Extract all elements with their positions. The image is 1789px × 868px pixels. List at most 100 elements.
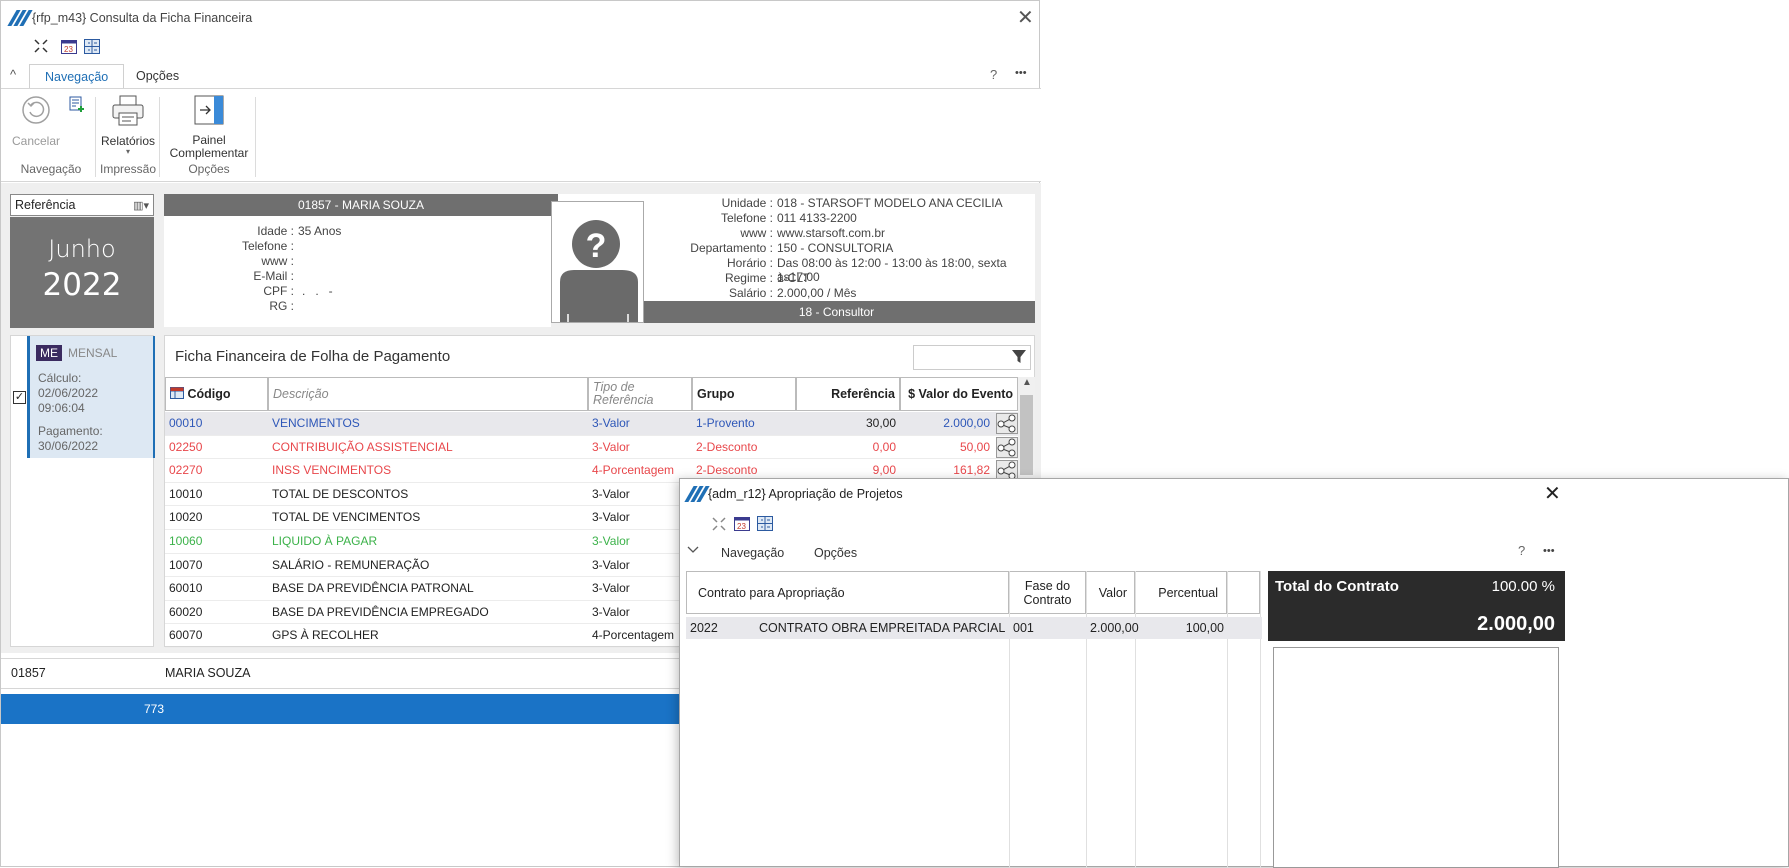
scroll-up-icon[interactable]: ▲ bbox=[1022, 377, 1032, 388]
contract-value: 2.000,00 bbox=[1090, 621, 1139, 635]
grid-filter-input[interactable] bbox=[913, 345, 1031, 370]
company-phone-value: 011 4133-2200 bbox=[777, 211, 857, 225]
column-fase-contrato[interactable]: Fase do Contrato bbox=[1009, 571, 1086, 614]
reports-label: Relatórios bbox=[100, 134, 156, 148]
reports-button[interactable]: Relatórios ▾ bbox=[98, 95, 158, 156]
grid-header: Código Descrição Tipo de Referência Grup… bbox=[165, 377, 1018, 411]
phone-label: Telefone : bbox=[241, 239, 294, 253]
calculation-card[interactable]: ME MENSAL Cálculo: 02/06/2022 09:06:04 P… bbox=[27, 336, 155, 458]
column-valor-evento[interactable]: $ Valor do Evento bbox=[900, 377, 1018, 411]
cell-referencia: 0,00 bbox=[872, 439, 896, 454]
dialog-tab-opcoes[interactable]: Opções bbox=[814, 546, 857, 560]
cell-descricao: VENCIMENTOS bbox=[272, 416, 360, 430]
regime-value: 1-CLT bbox=[777, 271, 810, 285]
printer-icon bbox=[111, 95, 145, 127]
calculation-type-badge: ME bbox=[36, 345, 62, 361]
collapse-icon[interactable] bbox=[712, 517, 726, 534]
scrollbar-thumb[interactable] bbox=[1020, 395, 1033, 475]
title-bar: {rfp_m43} Consulta da Ficha Financeira ✕ bbox=[1, 1, 1039, 35]
footer-employee-code: 01857 bbox=[11, 666, 46, 680]
dialog-close-icon[interactable]: ✕ bbox=[1544, 484, 1561, 504]
cell-valor: 50,00 bbox=[959, 439, 990, 454]
cancel-button[interactable]: Cancelar bbox=[9, 95, 63, 148]
ribbon-separator bbox=[159, 97, 160, 177]
table-row[interactable]: 02250 CONTRIBUIÇÃO ASSISTENCIAL 3-Valor 2-D… bbox=[165, 436, 1018, 460]
dialog-help-icon[interactable]: ? bbox=[1518, 543, 1525, 558]
new-document-icon[interactable] bbox=[69, 96, 85, 115]
total-percent: 100.00 % bbox=[1491, 578, 1555, 595]
employee-info: Idade : 35 Anos Telefone : www : E-Mail … bbox=[164, 216, 551, 327]
total-value: 2.000,00 bbox=[1477, 613, 1555, 635]
column-descricao[interactable]: Descrição bbox=[268, 377, 588, 411]
grid-layout-icon[interactable] bbox=[84, 39, 100, 57]
ribbon-collapse-icon[interactable]: ^ bbox=[10, 67, 16, 82]
calculation-time: 09:06:04 bbox=[38, 401, 85, 415]
column-tipo-label-2: Referência bbox=[593, 393, 654, 407]
contract-code: 2022 bbox=[690, 621, 718, 635]
reference-month: Junho bbox=[48, 235, 116, 263]
cell-codigo: 60070 bbox=[169, 628, 203, 643]
cell-grupo: 1-Provento bbox=[696, 416, 755, 430]
dialog-title: {adm_r12} Apropriação de Projetos bbox=[708, 487, 903, 501]
undo-icon bbox=[21, 95, 51, 125]
cell-codigo: 10070 bbox=[169, 557, 203, 572]
collapse-icon[interactable] bbox=[34, 39, 48, 56]
column-tipo-referencia[interactable]: Tipo de Referência bbox=[588, 377, 692, 411]
tab-navegacao[interactable]: Navegação bbox=[29, 64, 125, 88]
ribbon-separator bbox=[95, 97, 96, 177]
cell-tipo: 3-Valor bbox=[592, 604, 630, 619]
column-referencia[interactable]: Referência bbox=[796, 377, 900, 411]
salary-value: 2.000,00 / Mês bbox=[777, 286, 857, 300]
column-contrato-apropriacao[interactable]: Contrato para Apropriação bbox=[686, 571, 1009, 614]
cell-descricao: TOTAL DE DESCONTOS bbox=[272, 486, 409, 501]
calculation-checkbox[interactable]: ✓ bbox=[13, 391, 26, 404]
cell-codigo: 60020 bbox=[169, 604, 203, 619]
cell-valor: 2.000,00 bbox=[943, 416, 990, 430]
cell-tipo: 3-Valor bbox=[592, 416, 630, 430]
contract-phase: 001 bbox=[1013, 621, 1034, 635]
more-options-icon[interactable]: ••• bbox=[1015, 67, 1027, 79]
share-icon[interactable] bbox=[996, 413, 1018, 434]
close-icon[interactable]: ✕ bbox=[1017, 8, 1034, 28]
schedule-value: Das 08:00 às 12:00 - 13:00 às 18:00, sex… bbox=[777, 256, 1007, 284]
column-percentual[interactable]: Percentual bbox=[1135, 571, 1227, 614]
column-grupo[interactable]: Grupo bbox=[692, 377, 796, 411]
cell-descricao: BASE DA PREVIDÊNCIA PATRONAL bbox=[272, 581, 474, 596]
cell-descricao: CONTRIBUIÇÃO ASSISTENCIAL bbox=[272, 439, 453, 454]
grid-layout-icon[interactable] bbox=[757, 516, 773, 534]
dialog-more-options-icon[interactable]: ••• bbox=[1543, 545, 1555, 557]
column-divider bbox=[1009, 571, 1010, 868]
ribbon: Cancelar Relatórios ▾ Painel Complementa… bbox=[1, 88, 1041, 182]
filter-icon[interactable] bbox=[1012, 350, 1026, 367]
help-icon[interactable]: ? bbox=[990, 67, 997, 82]
painel-complementar-button[interactable]: Painel Complementar bbox=[165, 95, 253, 160]
unit-value: 018 - STARSOFT MODELO ANA CECILIA bbox=[777, 196, 1003, 210]
cell-tipo: 3-Valor bbox=[592, 534, 630, 548]
column-valor-label: Valor bbox=[1098, 586, 1127, 600]
cell-codigo: 10020 bbox=[169, 510, 203, 525]
footer-employee-name: MARIA SOUZA bbox=[165, 666, 251, 680]
column-codigo[interactable]: Código bbox=[165, 377, 268, 411]
reference-period: Junho 2022 bbox=[10, 217, 154, 328]
ribbon-expand-icon[interactable] bbox=[687, 543, 699, 557]
cell-tipo: 3-Valor bbox=[592, 557, 630, 572]
calendar-icon[interactable]: 23 bbox=[734, 516, 750, 534]
age-label: Idade : bbox=[257, 224, 294, 238]
employee-role: 18 - Consultor bbox=[638, 301, 1035, 323]
apropriacao-dialog: {adm_r12} Apropriação de Projetos ✕ 23 N… bbox=[679, 478, 1789, 868]
cpf-label: CPF : bbox=[263, 284, 294, 298]
column-fase-label-1: Fase do bbox=[1024, 579, 1071, 593]
tab-opcoes[interactable]: Opções bbox=[121, 64, 194, 88]
rg-label: RG : bbox=[269, 299, 294, 313]
table-settings-icon[interactable] bbox=[170, 379, 184, 399]
grid-title: Ficha Financeira de Folha de Pagamento bbox=[175, 348, 451, 365]
table-row[interactable]: 00010 VENCIMENTOS 3-Valor 1-Provento 30,00 2.… bbox=[165, 412, 1018, 436]
share-icon[interactable] bbox=[996, 436, 1018, 458]
calendar-icon[interactable]: 23 bbox=[61, 39, 77, 57]
dialog-tab-navegacao[interactable]: Navegação bbox=[721, 546, 784, 560]
table-row[interactable]: 2022 CONTRATO OBRA EMPREITADA PARCIAL 00… bbox=[686, 617, 1262, 639]
age-value: 35 Anos bbox=[298, 224, 342, 238]
svg-text:23: 23 bbox=[64, 45, 73, 54]
column-valor[interactable]: Valor bbox=[1086, 571, 1135, 614]
reference-select[interactable]: Referência ▥▾ bbox=[10, 194, 154, 216]
